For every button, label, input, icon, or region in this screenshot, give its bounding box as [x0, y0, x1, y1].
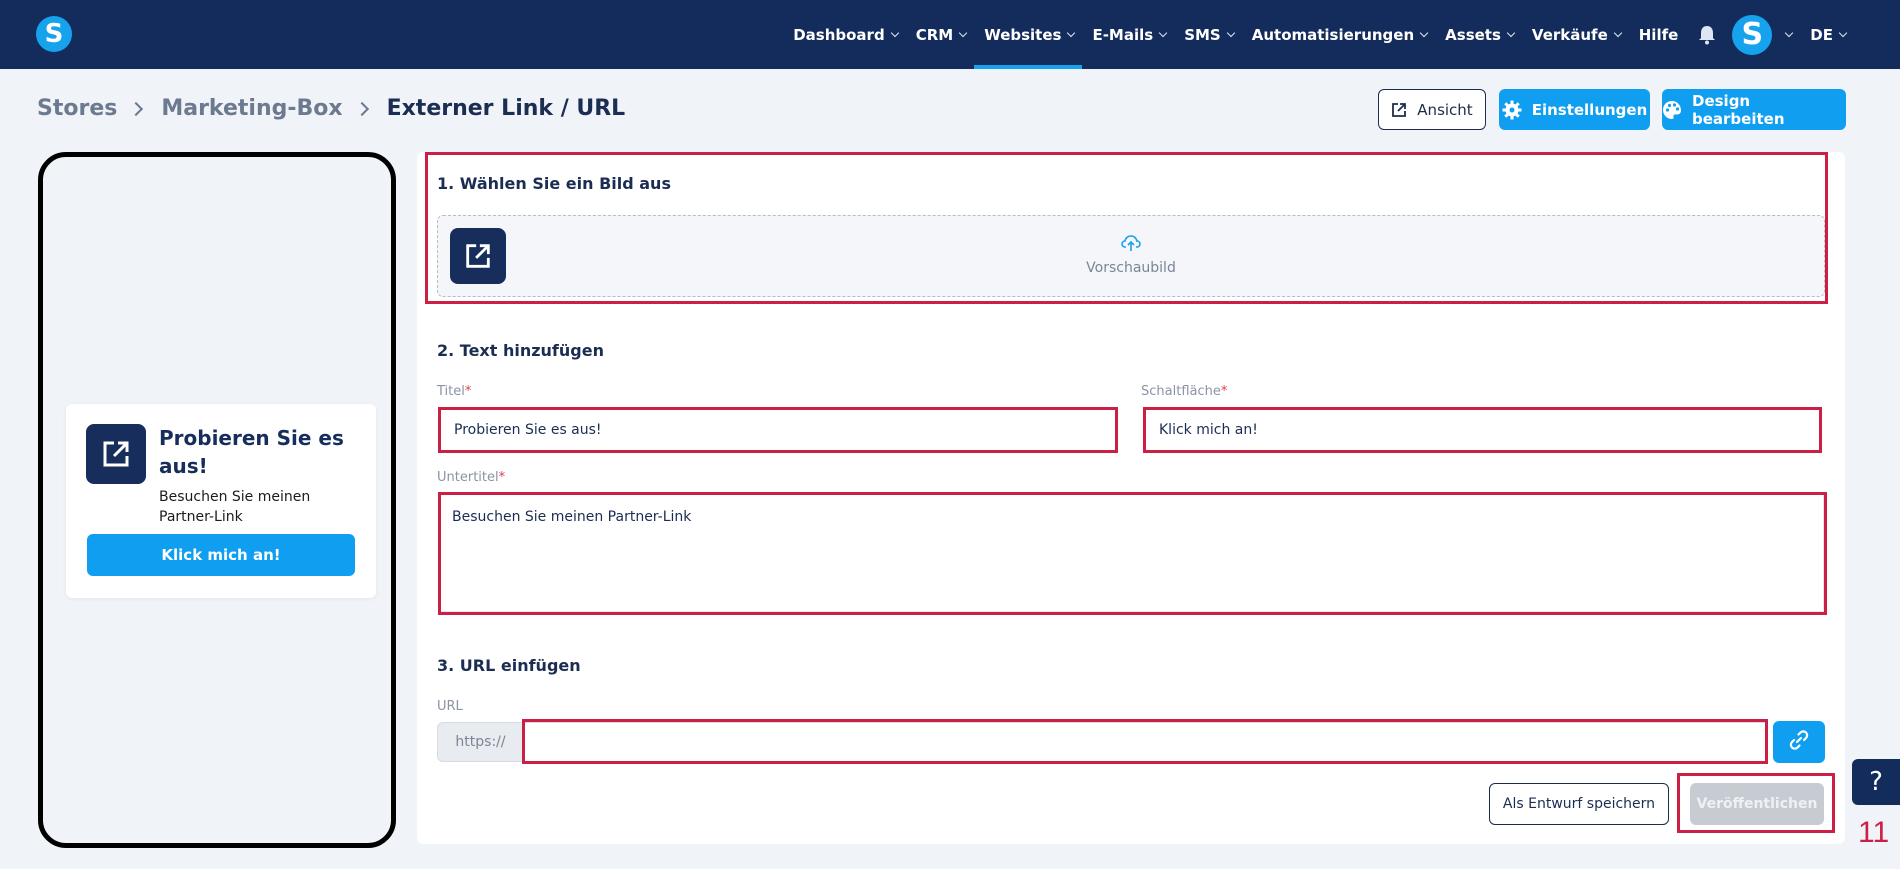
chevron-down-icon [1067, 28, 1076, 37]
chevron-down-icon [958, 28, 968, 37]
nav-help[interactable]: Hilfe [1629, 0, 1687, 69]
preview-title: Probieren Sie es aus! [159, 426, 344, 478]
chevron-right-icon [354, 101, 369, 116]
nav-crm[interactable]: CRM [906, 0, 975, 69]
user-avatar[interactable]: S [1732, 14, 1773, 55]
chevron-down-icon [1226, 28, 1235, 37]
nav-sms-label: SMS [1184, 25, 1221, 44]
help-button[interactable]: ? [1852, 759, 1900, 805]
step-number: 11 [1858, 816, 1890, 849]
bell-icon[interactable] [1698, 25, 1716, 45]
gear-icon [1502, 100, 1522, 120]
external-link-icon [1391, 102, 1407, 118]
view-button-label: Ansicht [1417, 100, 1473, 119]
nav-websites[interactable]: Websites [974, 0, 1083, 69]
settings-button[interactable]: Einstellungen [1499, 89, 1650, 130]
chevron-down-icon [1838, 28, 1848, 37]
button-label-text: Schaltfläche [1141, 384, 1221, 399]
view-button[interactable]: Ansicht [1378, 89, 1486, 130]
link-icon [1788, 729, 1810, 755]
top-navigation-bar: S Dashboard CRM Websites E-Mails SMS Aut… [0, 0, 1900, 69]
highlight-button-input [1143, 407, 1822, 453]
chevron-down-icon [1419, 28, 1429, 37]
breadcrumb-current: Externer Link / URL [386, 96, 626, 121]
main-nav: Dashboard CRM Websites E-Mails SMS Autom… [783, 0, 1848, 69]
nav-dashboard[interactable]: Dashboard [783, 0, 905, 69]
subtitle-field-label: Untertitel* [437, 470, 505, 485]
required-mark: * [498, 470, 506, 485]
highlight-title-input [438, 407, 1118, 453]
phone-preview: Probieren Sie es aus! Besuchen Sie meine… [38, 152, 396, 848]
nav-dashboard-label: Dashboard [793, 25, 885, 44]
url-prefix: https:// [437, 722, 524, 762]
breadcrumb-stores[interactable]: Stores [37, 96, 117, 121]
highlight-subtitle-input [438, 492, 1827, 615]
chevron-down-icon [1613, 28, 1622, 37]
nav-help-label: Hilfe [1638, 25, 1679, 44]
preview-subtitle: Besuchen Sie meinen Partner-Link [159, 489, 311, 525]
nav-emails[interactable]: E-Mails [1082, 0, 1174, 69]
palette-icon [1662, 100, 1682, 120]
chevron-down-icon[interactable] [1785, 28, 1794, 37]
subtitle-label-text: Untertitel [437, 470, 499, 485]
nav-automations-label: Automatisierungen [1251, 25, 1415, 44]
title-field-label: Titel* [437, 384, 471, 399]
language-selector[interactable]: DE [1810, 0, 1848, 69]
nav-sales-label: Verkäufe [1531, 25, 1608, 44]
nav-sms[interactable]: SMS [1174, 0, 1242, 69]
chevron-right-icon [129, 101, 144, 116]
title-label-text: Titel [437, 384, 465, 399]
nav-emails-label: E-Mails [1092, 25, 1154, 44]
edit-design-button[interactable]: Design bearbeiten [1662, 89, 1846, 130]
nav-sales[interactable]: Verkäufe [1522, 0, 1629, 69]
preview-button[interactable]: Klick mich an! [87, 534, 355, 576]
required-mark: * [1220, 384, 1228, 399]
nav-crm-label: CRM [915, 25, 954, 44]
breadcrumb-marketing-box[interactable]: Marketing-Box [161, 96, 342, 121]
button-field-label: Schaltfläche* [1141, 384, 1227, 399]
language-label: DE [1810, 25, 1833, 44]
highlight-url-input [522, 719, 1768, 764]
save-draft-button[interactable]: Als Entwurf speichern [1489, 783, 1669, 825]
section-text-title: 2. Text hinzufügen [437, 341, 604, 360]
required-mark: * [464, 384, 472, 399]
url-field-label: URL [437, 699, 463, 714]
settings-button-label: Einstellungen [1531, 100, 1648, 119]
highlight-publish-button [1677, 773, 1835, 833]
nav-assets-label: Assets [1445, 25, 1501, 44]
chevron-down-icon [890, 28, 899, 37]
chevron-down-icon [1506, 28, 1516, 37]
breadcrumb: Stores Marketing-Box Externer Link / URL [37, 96, 625, 121]
chevron-down-icon [1158, 28, 1168, 37]
preview-card: Probieren Sie es aus! Besuchen Sie meine… [66, 404, 376, 598]
highlight-image-section [425, 152, 1828, 304]
link-button[interactable] [1773, 721, 1825, 763]
nav-websites-label: Websites [984, 25, 1062, 44]
external-link-icon [86, 424, 146, 484]
nav-automations[interactable]: Automatisierungen [1242, 0, 1435, 69]
edit-design-button-label: Design bearbeiten [1692, 91, 1785, 128]
section-url-title: 3. URL einfügen [437, 656, 581, 675]
app-logo[interactable]: S [36, 16, 72, 52]
nav-assets[interactable]: Assets [1435, 0, 1522, 69]
